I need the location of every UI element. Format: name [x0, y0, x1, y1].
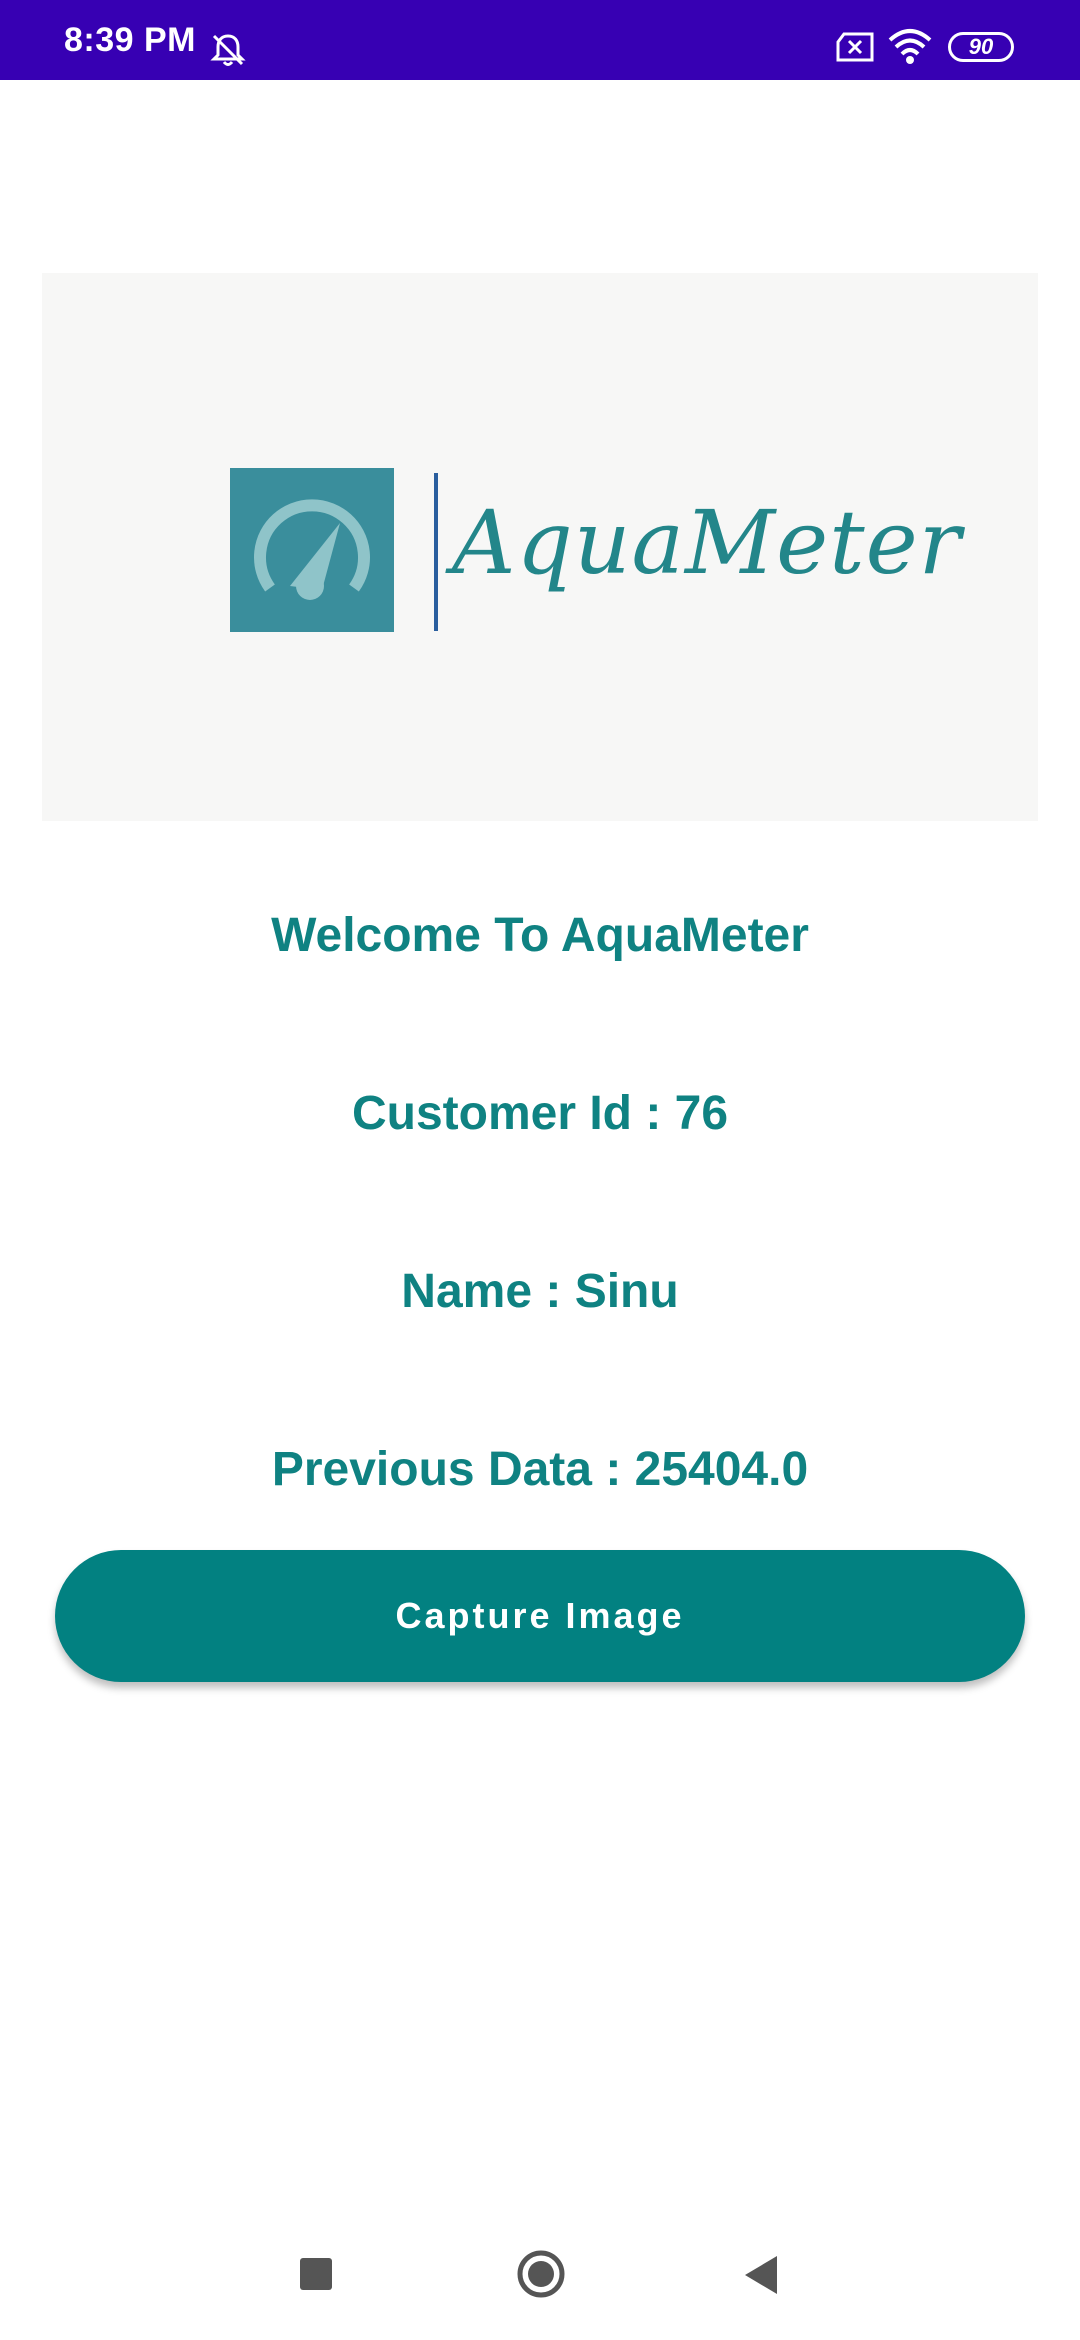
logo-text: AquaMeter [452, 491, 962, 594]
wifi-icon [888, 29, 932, 64]
back-icon[interactable] [743, 2254, 779, 2296]
status-bar: 8:39 PM 90 [0, 0, 1080, 80]
previous-data-label: Previous Data : 25404.0 [271, 1443, 809, 1496]
speedometer-icon [230, 468, 394, 632]
home-icon[interactable] [516, 2249, 566, 2299]
app-banner: AquaMeter [42, 273, 1038, 821]
welcome-heading: Welcome To AquaMeter [271, 909, 809, 962]
battery-icon: 90 [948, 32, 1014, 62]
status-time: 8:39 PM [64, 21, 196, 59]
mute-bell-icon [210, 34, 246, 66]
customer-id-label: Customer Id : 76 [351, 1087, 729, 1140]
capture-image-button[interactable]: Capture Image [55, 1550, 1025, 1682]
logo-divider [434, 473, 438, 631]
customer-name-label: Name : Sinu [401, 1265, 679, 1318]
sim-off-icon [836, 32, 874, 62]
recents-icon[interactable] [300, 2258, 332, 2290]
